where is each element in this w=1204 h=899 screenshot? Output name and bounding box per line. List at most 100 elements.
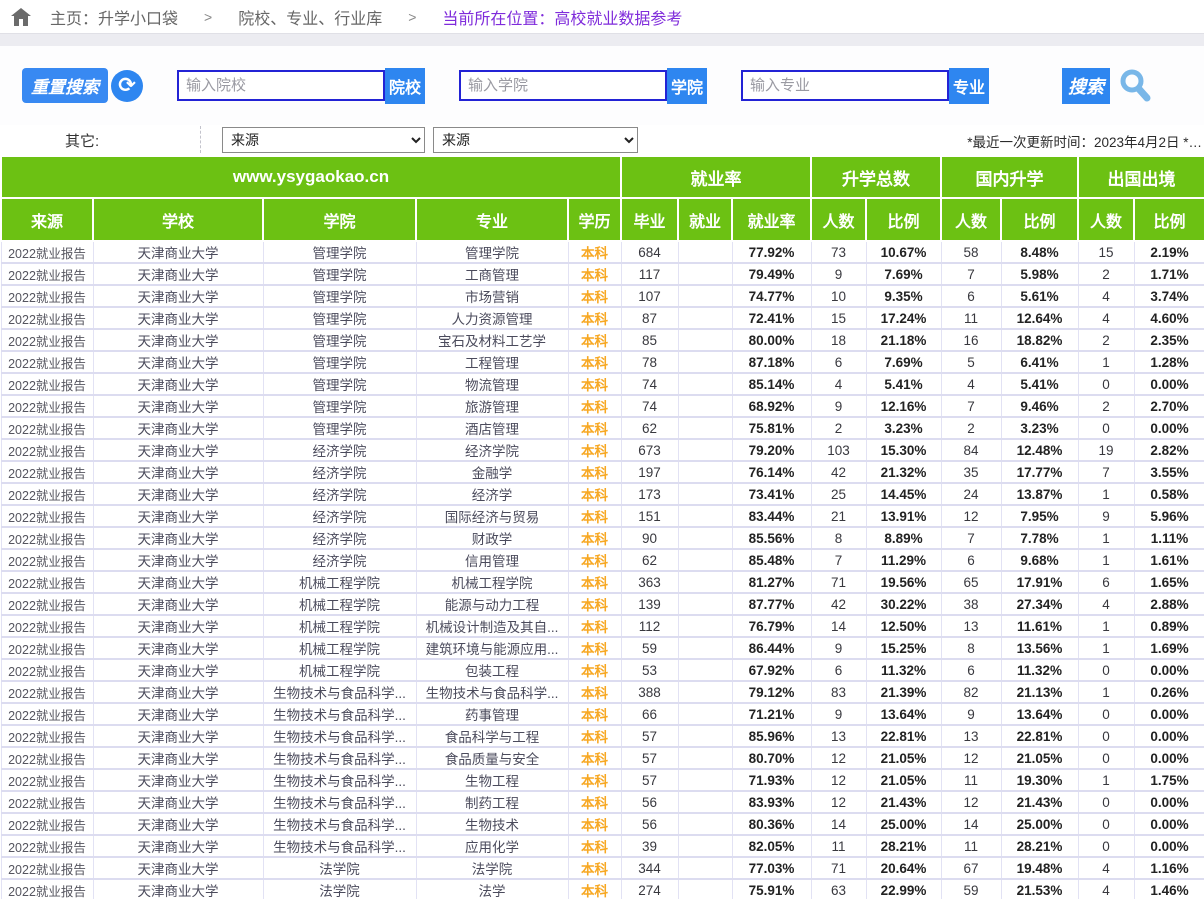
cell-employment-rate: 85.56% — [732, 527, 811, 549]
table-row: 2022就业报告天津商业大学管理学院宝石及材料工艺学本科8580.00%1821… — [1, 329, 1204, 351]
employment-data-table: www.ysygaokao.cn 就业率 升学总数 国内升学 出国出境 来源 学… — [0, 155, 1204, 899]
refresh-icon[interactable]: ⟳ — [111, 70, 143, 102]
college-field-group: 学院 — [459, 68, 707, 104]
cell-degree: 本科 — [568, 351, 621, 373]
cell-employed — [678, 285, 732, 307]
cell-source: 2022就业报告 — [1, 373, 93, 395]
cell-graduates: 274 — [621, 879, 678, 899]
cell-employed — [678, 373, 732, 395]
cell-graduates: 57 — [621, 769, 678, 791]
cell-advance-ratio: 12.16% — [866, 395, 941, 417]
cell-employment-rate: 73.41% — [732, 483, 811, 505]
cell-college: 生物技术与食品科学... — [263, 769, 416, 791]
cell-domestic-count: 6 — [941, 659, 1001, 681]
cell-advance-ratio: 12.50% — [866, 615, 941, 637]
cell-advance-count: 9 — [811, 637, 866, 659]
cell-domestic-count: 11 — [941, 307, 1001, 329]
cell-advance-count: 7 — [811, 549, 866, 571]
cell-domestic-ratio: 12.48% — [1001, 439, 1078, 461]
filter-row: 其它: 来源 来源 *最近一次更新时间：2023年4月2日 *… — [0, 125, 1204, 155]
cell-degree: 本科 — [568, 593, 621, 615]
cell-employed — [678, 637, 732, 659]
cell-school: 天津商业大学 — [93, 637, 263, 659]
table-row: 2022就业报告天津商业大学生物技术与食品科学...食品质量与安全本科5780.… — [1, 747, 1204, 769]
cell-domestic-count: 16 — [941, 329, 1001, 351]
table-row: 2022就业报告天津商业大学法学院法学本科27475.91%6322.99%59… — [1, 879, 1204, 899]
col-header-source: 来源 — [1, 198, 93, 241]
cell-degree: 本科 — [568, 395, 621, 417]
cell-domestic-ratio: 3.23% — [1001, 417, 1078, 439]
cell-graduates: 78 — [621, 351, 678, 373]
cell-employment-rate: 85.96% — [732, 725, 811, 747]
cell-employed — [678, 351, 732, 373]
cell-source: 2022就业报告 — [1, 659, 93, 681]
cell-abroad-ratio: 1.61% — [1134, 549, 1204, 571]
cell-advance-count: 6 — [811, 351, 866, 373]
cell-advance-count: 25 — [811, 483, 866, 505]
cell-abroad-ratio: 0.00% — [1134, 703, 1204, 725]
table-row: 2022就业报告天津商业大学管理学院物流管理本科7485.14%45.41%45… — [1, 373, 1204, 395]
cell-graduates: 53 — [621, 659, 678, 681]
table-row: 2022就业报告天津商业大学机械工程学院能源与动力工程本科13987.77%42… — [1, 593, 1204, 615]
cell-college: 生物技术与食品科学... — [263, 835, 416, 857]
college-input[interactable] — [459, 70, 667, 101]
cell-graduates: 112 — [621, 615, 678, 637]
cell-domestic-ratio: 13.64% — [1001, 703, 1078, 725]
reset-search-button[interactable]: 重置搜索 — [22, 68, 108, 103]
table-row: 2022就业报告天津商业大学生物技术与食品科学...药事管理本科6671.21%… — [1, 703, 1204, 725]
cell-college: 机械工程学院 — [263, 593, 416, 615]
cell-degree: 本科 — [568, 307, 621, 329]
cell-major: 机械设计制造及其自... — [416, 615, 568, 637]
magnifier-icon[interactable] — [1116, 67, 1154, 105]
cell-advance-count: 42 — [811, 593, 866, 615]
cell-domestic-count: 58 — [941, 241, 1001, 263]
cell-domestic-ratio: 19.30% — [1001, 769, 1078, 791]
cell-employment-rate: 77.92% — [732, 241, 811, 263]
cell-major: 生物技术与食品科学... — [416, 681, 568, 703]
cell-advance-ratio: 21.39% — [866, 681, 941, 703]
cell-source: 2022就业报告 — [1, 703, 93, 725]
cell-college: 管理学院 — [263, 417, 416, 439]
cell-employment-rate: 76.79% — [732, 615, 811, 637]
cell-school: 天津商业大学 — [93, 505, 263, 527]
cell-school: 天津商业大学 — [93, 681, 263, 703]
cell-domestic-ratio: 19.48% — [1001, 857, 1078, 879]
cell-college: 管理学院 — [263, 285, 416, 307]
cell-advance-ratio: 7.69% — [866, 263, 941, 285]
cell-employment-rate: 82.05% — [732, 835, 811, 857]
cell-major: 生物技术 — [416, 813, 568, 835]
cell-abroad-ratio: 2.70% — [1134, 395, 1204, 417]
cell-abroad-ratio: 4.60% — [1134, 307, 1204, 329]
major-input[interactable] — [741, 70, 949, 101]
table-row: 2022就业报告天津商业大学生物技术与食品科学...制药工程本科5683.93%… — [1, 791, 1204, 813]
school-input[interactable] — [177, 70, 385, 101]
search-button[interactable]: 搜索 — [1062, 68, 1110, 104]
breadcrumb-library[interactable]: 院校、专业、行业库 — [238, 5, 382, 29]
cell-college: 生物技术与食品科学... — [263, 791, 416, 813]
cell-source: 2022就业报告 — [1, 439, 93, 461]
table-row: 2022就业报告天津商业大学生物技术与食品科学...生物工程本科5771.93%… — [1, 769, 1204, 791]
cell-school: 天津商业大学 — [93, 615, 263, 637]
cell-graduates: 363 — [621, 571, 678, 593]
table-row: 2022就业报告天津商业大学法学院法学院本科34477.03%7120.64%6… — [1, 857, 1204, 879]
group-header-domestic-advance: 国内升学 — [941, 156, 1078, 198]
source-select-1[interactable]: 来源 — [222, 127, 425, 153]
cell-graduates: 90 — [621, 527, 678, 549]
cell-domestic-ratio: 25.00% — [1001, 813, 1078, 835]
group-header-advance-total: 升学总数 — [811, 156, 941, 198]
table-row: 2022就业报告天津商业大学管理学院人力资源管理本科8772.41%1517.2… — [1, 307, 1204, 329]
cell-domestic-count: 12 — [941, 791, 1001, 813]
cell-employed — [678, 681, 732, 703]
cell-major: 机械工程学院 — [416, 571, 568, 593]
cell-graduates: 62 — [621, 549, 678, 571]
cell-advance-ratio: 17.24% — [866, 307, 941, 329]
cell-employment-rate: 77.03% — [732, 857, 811, 879]
cell-abroad-count: 7 — [1078, 461, 1134, 483]
breadcrumb-home[interactable]: 主页：升学小口袋 — [50, 5, 178, 29]
source-select-2[interactable]: 来源 — [433, 127, 638, 153]
cell-abroad-count: 1 — [1078, 769, 1134, 791]
cell-employed — [678, 505, 732, 527]
cell-source: 2022就业报告 — [1, 351, 93, 373]
home-icon[interactable] — [10, 7, 32, 27]
cell-abroad-count: 0 — [1078, 791, 1134, 813]
